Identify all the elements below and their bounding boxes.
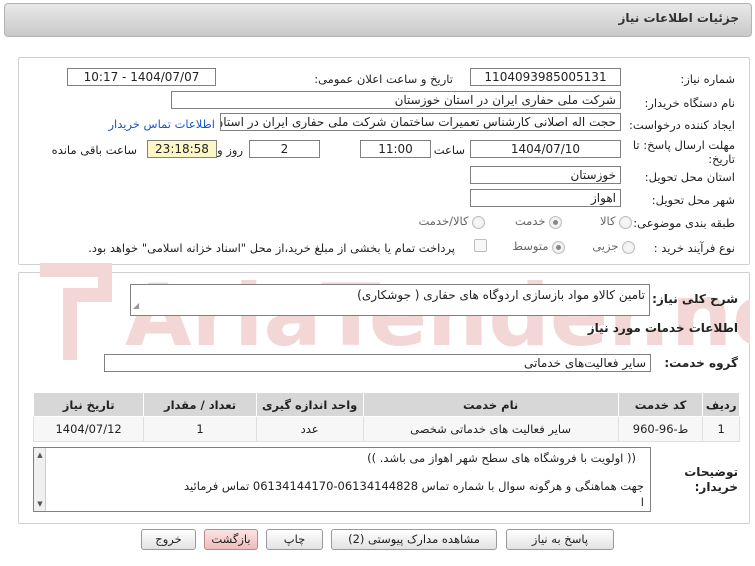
radio-selected-icon[interactable] [552, 240, 565, 254]
deadline-label-2: تاریخ: [708, 152, 735, 166]
buyer-contact-link[interactable]: اطلاعات تماس خریدار [108, 117, 215, 131]
category-option-label: کالا/خدمت [418, 214, 469, 228]
process-option-label: متوسط [512, 239, 549, 253]
notes-label: توضیحات [684, 465, 738, 479]
category-option-service[interactable]: خدمت [515, 214, 562, 229]
category-option-label: خدمت [514, 214, 546, 228]
page-header: جزئیات اطلاعات نیاز [4, 3, 752, 37]
category-option-label: کالا [599, 214, 616, 228]
process-label: نوع فرآیند خرید : [653, 241, 735, 255]
notes-scrollbar[interactable]: ▲ ▼ [34, 448, 46, 511]
province-field: خوزستان [470, 166, 621, 184]
province-label: استان محل تحویل: [644, 170, 735, 184]
table-row: 1 ط-96-960 سایر فعالیت های خدماتی شخصی ع… [32, 416, 740, 442]
treasury-payment-note: پرداخت تمام یا بخشی از مبلغ خرید،از محل … [88, 241, 455, 255]
column-header: کد خدمت [617, 392, 704, 417]
announce-label: تاریخ و ساعت اعلان عمومی: [314, 72, 453, 86]
need-details-page: جزئیات اطلاعات نیاز AriaTender.net شماره… [0, 0, 755, 566]
deadline-time-field: 11:00 [360, 140, 431, 158]
table-header-row: ردیف کد خدمت نام خدمت واحد اندازه گیری ت… [32, 392, 740, 417]
days-remaining-field: 2 [249, 140, 320, 158]
service-group-label: گروه خدمت: [664, 356, 738, 370]
scroll-down-icon[interactable]: ▼ [35, 499, 45, 509]
description-field: تامین کالاو مواد بازسازی اردوگاه های حفا… [130, 284, 650, 316]
services-section-title: اطلاعات خدمات مورد نیاز [587, 321, 738, 335]
column-header: نام خدمت [362, 392, 619, 417]
announce-field: 1404/07/07 - 10:17 [67, 68, 216, 86]
description-text: تامین کالاو مواد بازسازی اردوگاه های حفا… [357, 288, 645, 302]
process-option-label: جزیی [592, 239, 619, 253]
notes-line: جهت هماهنگی و هرگونه سوال با شماره تماس … [183, 479, 644, 493]
radio-selected-icon[interactable] [549, 215, 562, 229]
process-option-medium[interactable]: متوسط [512, 239, 565, 254]
time-remaining-field: 23:18:58 [147, 140, 217, 158]
service-group-field: سایر فعالیت‌های خدماتی [104, 354, 651, 372]
column-header: تعداد / مقدار [143, 392, 257, 417]
table-cell: عدد [255, 416, 364, 442]
page-title: جزئیات اطلاعات نیاز [618, 11, 739, 25]
buyer-notes-textarea[interactable]: ▲ ▼ (( اولویت با فروشگاه های سطح شهر اهو… [33, 447, 651, 512]
table-cell: 1404/07/12 [32, 416, 145, 442]
notes-line: ا [640, 495, 644, 509]
time-remaining-label: ساعت باقی مانده [51, 143, 137, 157]
radio-icon[interactable] [619, 215, 632, 229]
reply-button[interactable]: پاسخ به نیاز [506, 529, 614, 550]
back-button[interactable]: بازگشت [204, 529, 258, 550]
checkbox-icon[interactable] [474, 239, 487, 252]
view-attachments-button[interactable]: مشاهده مدارک پیوستی (2) [331, 529, 497, 550]
radio-icon[interactable] [622, 240, 635, 254]
city-field: اهواز [470, 189, 621, 207]
treasury-payment-option[interactable] [474, 239, 487, 255]
column-header: تاریخ نیاز [32, 392, 145, 417]
buyer-label: نام دستگاه خریدار: [644, 96, 735, 110]
deadline-time-label: ساعت [433, 143, 465, 157]
table-cell: 1 [143, 416, 257, 442]
column-header: ردیف [702, 392, 740, 417]
resize-grip-icon[interactable]: ◢ [133, 298, 139, 314]
deadline-label: مهلت ارسال پاسخ: تا [632, 138, 735, 152]
print-button[interactable]: چاپ [266, 529, 323, 550]
notes-label-2: خریدار: [694, 480, 738, 494]
city-label: شهر محل تحویل: [651, 193, 735, 207]
buyer-field: شرکت ملی حفاری ایران در استان خوزستان [171, 91, 621, 109]
category-option-goods[interactable]: کالا [600, 214, 632, 229]
table-cell: سایر فعالیت های خدماتی شخصی [362, 416, 619, 442]
table-cell: 1 [702, 416, 740, 442]
need-number-field: 1104093985005131 [470, 68, 621, 86]
scroll-up-icon[interactable]: ▲ [35, 450, 45, 460]
need-number-label: شماره نیاز: [680, 72, 735, 86]
column-header: واحد اندازه گیری [255, 392, 364, 417]
description-label: شرح کلی نیاز: [652, 292, 738, 306]
category-option-goods-service[interactable]: کالا/خدمت [418, 214, 485, 229]
category-label: طبقه بندی موضوعی: [633, 216, 735, 230]
deadline-date-field: 1404/07/10 [470, 140, 621, 158]
process-option-minor[interactable]: جزیی [592, 239, 635, 254]
table-cell: ط-96-960 [617, 416, 704, 442]
creator-label: ایجاد کننده درخواست: [629, 118, 735, 132]
radio-icon[interactable] [472, 215, 485, 229]
notes-line: (( اولویت با فروشگاه های سطح شهر اهواز م… [367, 451, 636, 465]
exit-button[interactable]: خروج [141, 529, 196, 550]
services-table: ردیف کد خدمت نام خدمت واحد اندازه گیری ت… [32, 392, 740, 442]
need-info-panel [18, 57, 750, 265]
days-label: روز و [217, 143, 243, 157]
creator-field: حجت اله اصلانی کارشناس تعمیرات ساختمان ش… [220, 113, 621, 131]
